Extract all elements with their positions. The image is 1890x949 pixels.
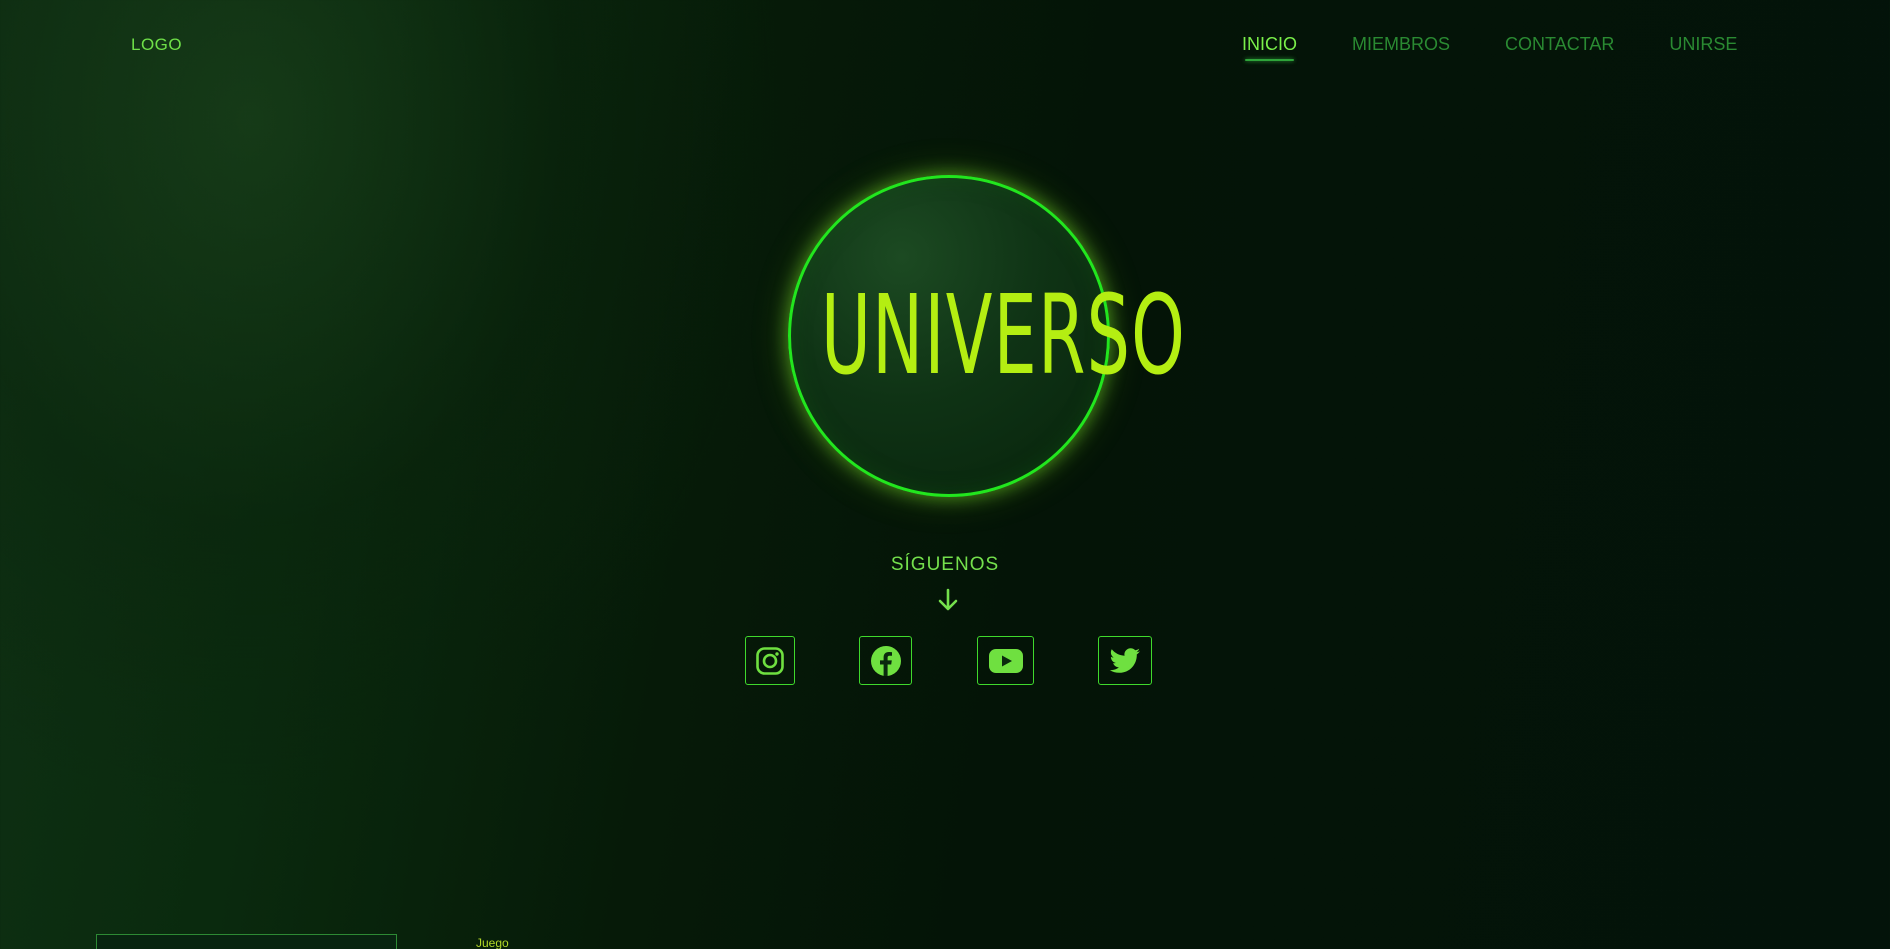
nav-item-unirse[interactable]: UNIRSE [1669, 34, 1737, 55]
game-card[interactable] [96, 934, 397, 949]
hero-title: UNIVERSO [821, 271, 1187, 399]
logo-link[interactable]: LOGO [131, 35, 182, 55]
youtube-icon [988, 648, 1023, 673]
instagram-icon [756, 646, 784, 675]
youtube-button[interactable] [977, 636, 1034, 685]
nav-item-inicio[interactable]: INICIO [1242, 34, 1297, 61]
twitter-icon [1109, 647, 1140, 673]
facebook-button[interactable] [859, 636, 912, 685]
nav-item-contactar[interactable]: CONTACTAR [1505, 34, 1614, 55]
game-caption: Juego [476, 936, 509, 949]
instagram-button[interactable] [745, 636, 795, 685]
follow-label: SÍGUENOS [890, 554, 1000, 575]
nav-item-miembros[interactable]: MIEMBROS [1352, 34, 1450, 55]
twitter-button[interactable] [1098, 636, 1152, 685]
main-nav: INICIO MIEMBROS CONTACTAR UNIRSE [1242, 34, 1737, 61]
arrow-down-icon [938, 588, 958, 611]
facebook-icon [870, 645, 901, 676]
